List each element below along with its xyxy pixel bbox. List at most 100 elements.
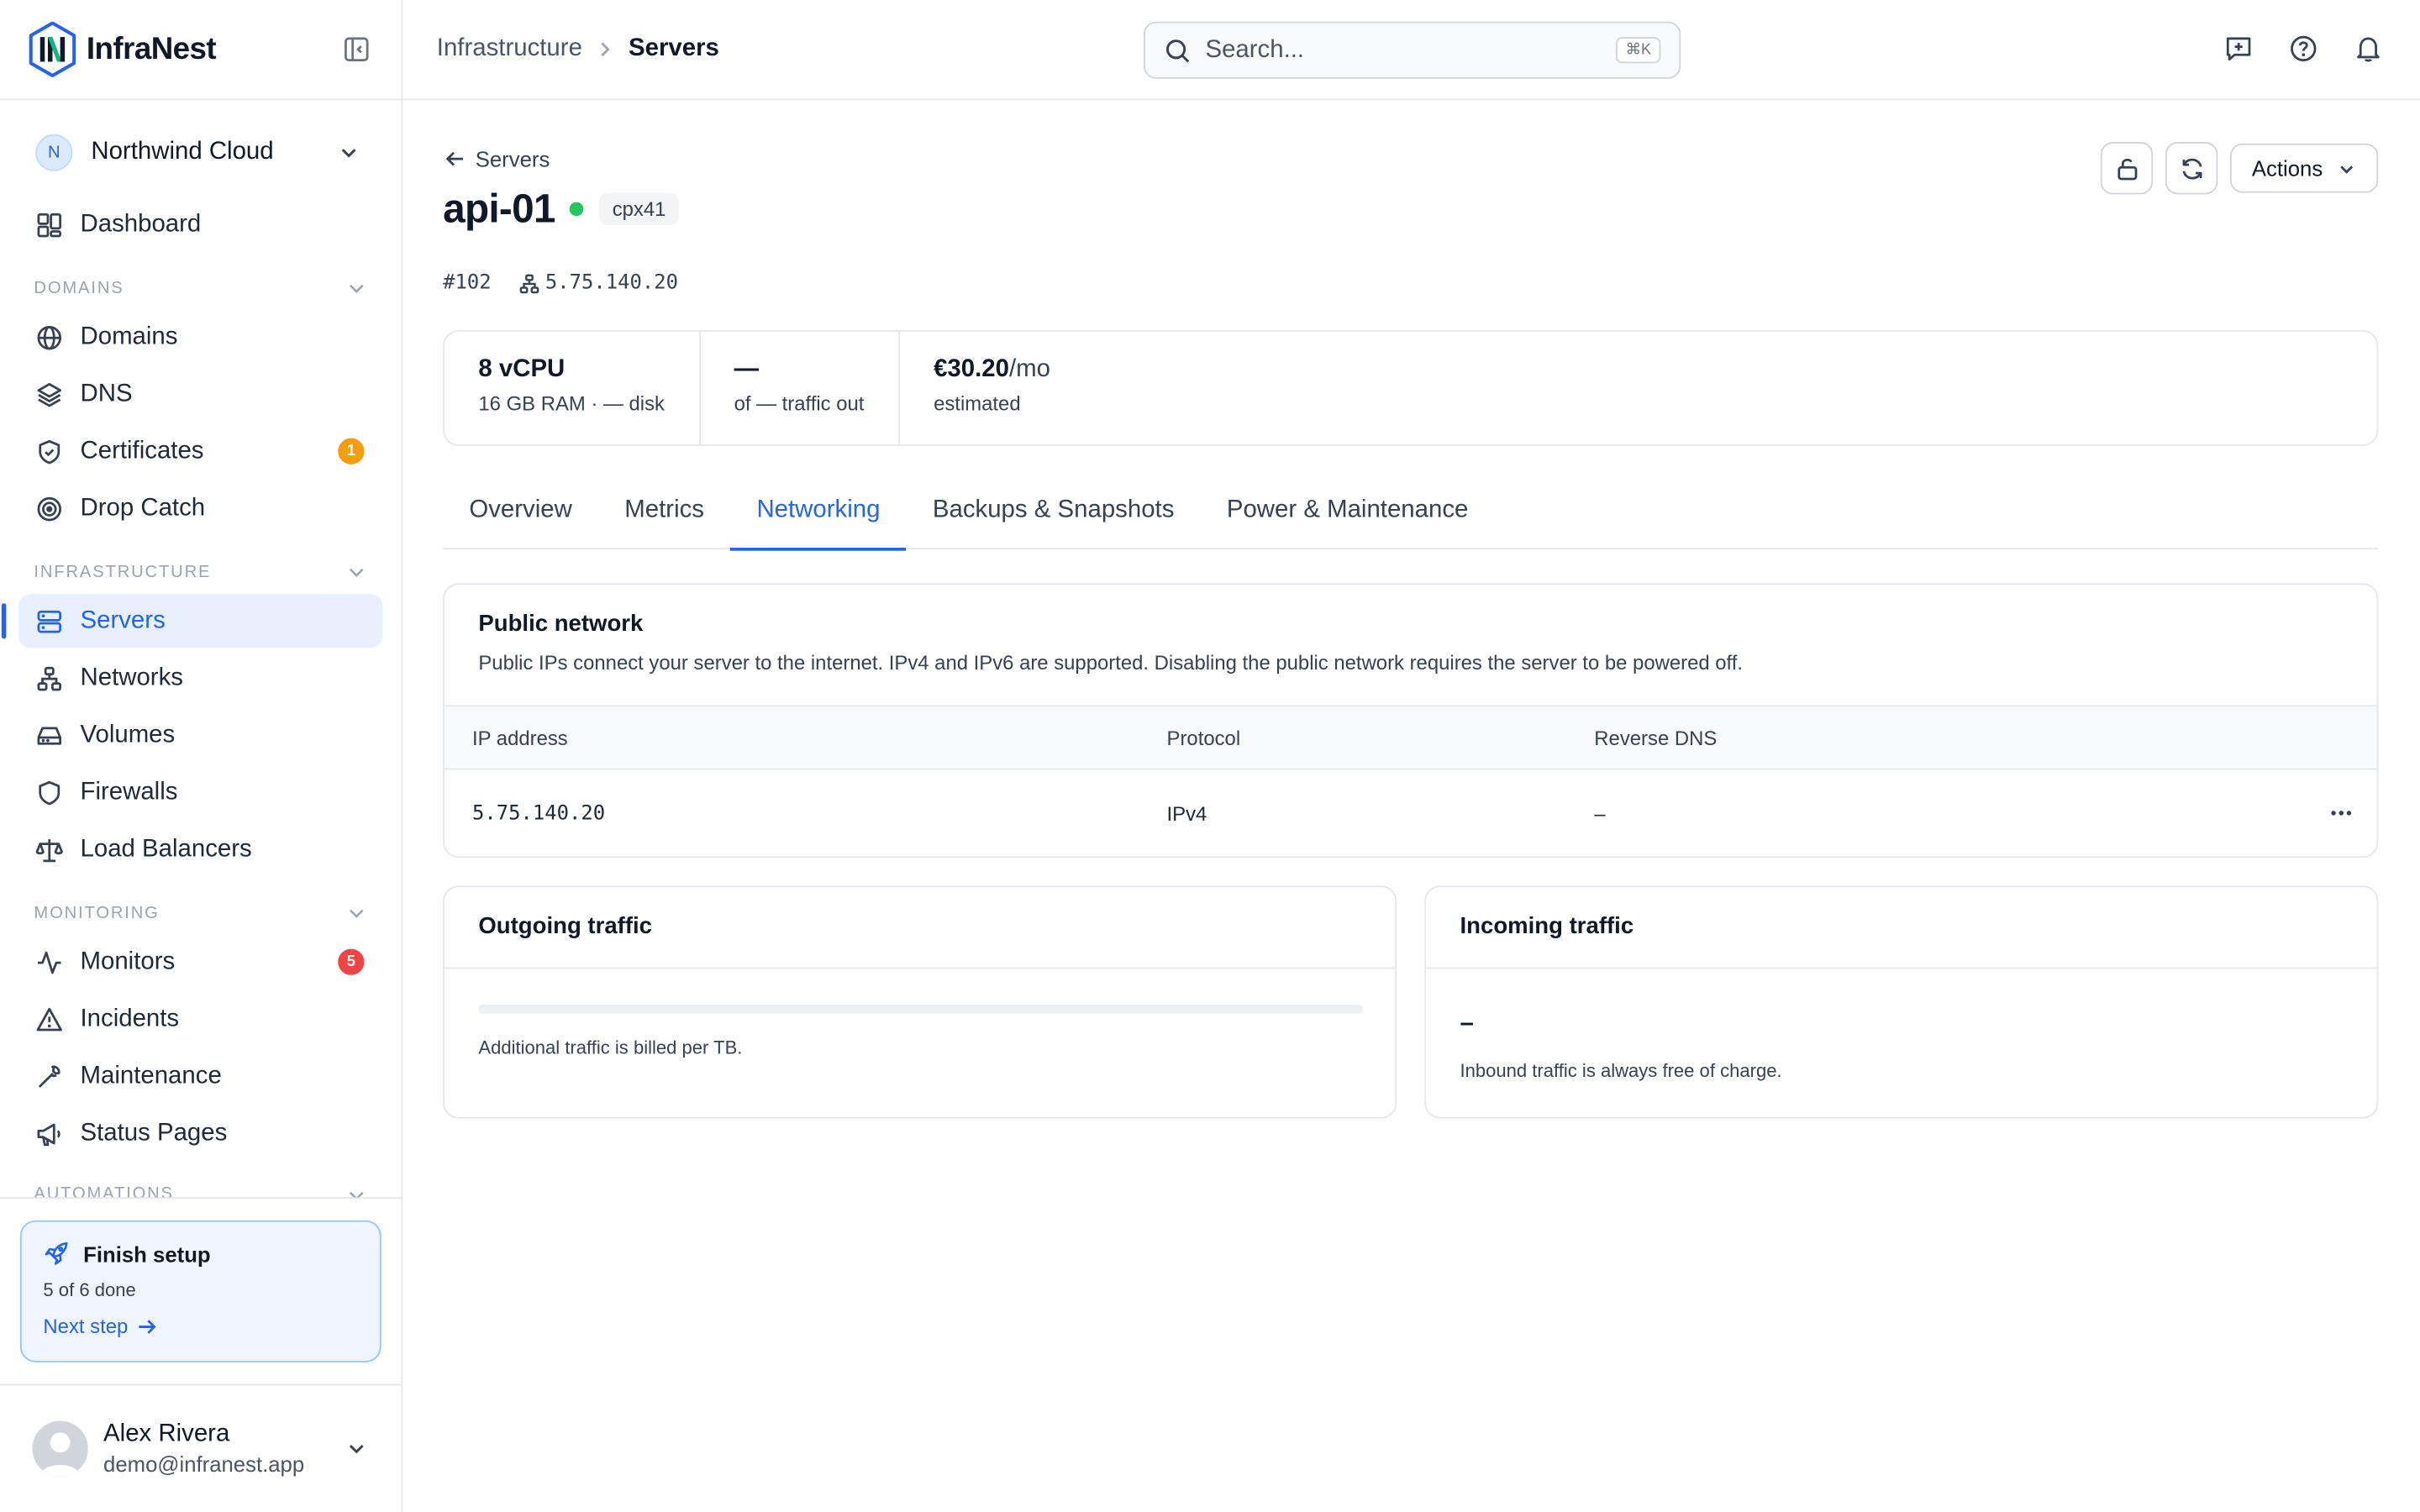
sidebar-item-label: Volumes — [80, 721, 176, 748]
alert-triangle-icon — [36, 1006, 62, 1031]
stat-sub: estimated — [934, 391, 1021, 416]
section-label: INFRASTRUCTURE — [34, 563, 212, 582]
refresh-button[interactable] — [2165, 141, 2218, 195]
target-icon — [37, 496, 62, 521]
back-to-servers-link[interactable]: Servers — [445, 146, 550, 171]
arrow-left-icon — [445, 151, 464, 166]
globe-icon — [37, 325, 62, 349]
org-name: Northwind Cloud — [91, 139, 274, 165]
sidebar-item-firewalls[interactable]: Firewalls — [18, 765, 382, 819]
feedback-icon[interactable] — [2224, 34, 2254, 63]
sidebar-item-drop-catch[interactable]: Drop Catch — [18, 481, 382, 535]
user-menu[interactable]: Alex Rivera demo@infranest.app — [0, 1383, 402, 1512]
search-box[interactable]: ⌘K — [1143, 21, 1681, 79]
tab-power-maintenance[interactable]: Power & Maintenance — [1201, 481, 1495, 549]
sidebar-item-load-balancers[interactable]: Load Balancers — [18, 822, 382, 876]
sidebar-item-label: Networks — [80, 664, 183, 690]
sidebar-item-monitors[interactable]: Monitors 5 — [18, 935, 382, 989]
server-ip[interactable]: 5.75.140.20 — [545, 271, 678, 295]
server-stats: 8 vCPU 16 GB RAM · — disk — of — traffic… — [443, 330, 2379, 446]
shield-icon — [39, 780, 60, 805]
stat-value: 8 vCPU — [478, 356, 566, 383]
help-icon[interactable] — [2289, 34, 2318, 63]
bell-icon[interactable] — [2354, 34, 2383, 63]
sidebar-item-domains[interactable]: Domains — [18, 310, 382, 364]
divider — [0, 1197, 402, 1200]
section-domains[interactable]: DOMAINS — [34, 278, 367, 300]
sidebar-item-maintenance[interactable]: Maintenance — [18, 1049, 382, 1103]
tab-overview[interactable]: Overview — [443, 481, 598, 549]
chevron-down-icon — [341, 149, 356, 158]
network-icon — [37, 665, 62, 690]
layers-icon — [37, 382, 62, 407]
avatar — [32, 1420, 88, 1477]
sidebar-item-certificates[interactable]: Certificates 1 — [18, 424, 382, 478]
search-icon — [1165, 39, 1190, 62]
sidebar-item-label: Drop Catch — [80, 494, 206, 521]
tab-backups-snapshots[interactable]: Backups & Snapshots — [907, 481, 1201, 549]
shield-check-icon — [39, 439, 60, 464]
sidebar: InfraNest N Northwind Cloud Dashboard DO… — [0, 0, 403, 1512]
tab-networking[interactable]: Networking — [730, 481, 907, 551]
activity-icon — [37, 950, 61, 974]
user-email: demo@infranest.app — [103, 1452, 305, 1477]
incoming-traffic-value: – — [1460, 1011, 1474, 1037]
column-header-rdns: Reverse DNS — [1594, 726, 1718, 749]
user-name: Alex Rivera — [103, 1420, 230, 1447]
stat-unit: /mo — [1008, 356, 1050, 383]
unlock-button[interactable] — [2100, 141, 2154, 195]
arrow-right-icon — [139, 1319, 156, 1333]
sidebar-collapse-icon[interactable] — [343, 35, 371, 63]
stat-traffic: — of — traffic out — [700, 331, 900, 444]
breadcrumb-infrastructure[interactable]: Infrastructure — [437, 35, 582, 63]
chevron-down-icon — [350, 284, 364, 293]
section-infrastructure[interactable]: INFRASTRUCTURE — [34, 562, 367, 584]
org-avatar: N — [35, 134, 73, 171]
server-type-badge: cpx41 — [598, 192, 680, 226]
infranest-logo — [29, 21, 76, 77]
public-network-card: Public network Public IPs connect your s… — [443, 583, 2379, 858]
scale-icon — [35, 838, 63, 862]
stat-cost: €30.20/mo estimated — [900, 332, 1085, 444]
chevron-down-icon — [2340, 165, 2354, 173]
network-icon — [520, 273, 539, 293]
next-step-label: Next step — [43, 1314, 129, 1338]
stat-value: €30.20 — [934, 356, 1009, 383]
tab-metrics[interactable]: Metrics — [598, 481, 730, 549]
table-row: 5.75.140.20 IPv4 – — [445, 770, 2377, 857]
sidebar-item-label: Monitors — [80, 948, 176, 974]
sidebar-item-dashboard[interactable]: Dashboard — [18, 197, 382, 251]
server-meta: #102 5.75.140.20 — [443, 271, 678, 295]
sidebar-item-label: Certificates — [80, 437, 204, 464]
next-step-link[interactable]: Next step — [43, 1314, 358, 1338]
sidebar-item-dns[interactable]: DNS — [18, 367, 382, 421]
actions-dropdown[interactable]: Actions — [2230, 143, 2379, 193]
sidebar-item-status-pages[interactable]: Status Pages — [18, 1106, 382, 1160]
breadcrumb-servers: Servers — [629, 35, 719, 62]
column-header-ip: IP address — [472, 726, 568, 749]
more-horizontal-icon[interactable] — [2328, 799, 2355, 827]
sidebar-item-label: Dashboard — [80, 210, 202, 237]
nav-top: Dashboard — [18, 197, 382, 251]
sidebar-item-networks[interactable]: Networks — [18, 651, 382, 705]
stat-compute: 8 vCPU 16 GB RAM · — disk — [445, 331, 701, 444]
card-title: Public network — [478, 611, 644, 638]
search-input[interactable] — [1205, 36, 1617, 65]
top-icons — [2224, 34, 2383, 63]
sidebar-item-servers[interactable]: Servers — [1, 594, 383, 648]
outgoing-traffic-card: Outgoing traffic Additional traffic is b… — [443, 885, 1397, 1119]
sidebar-item-volumes[interactable]: Volumes — [18, 708, 382, 762]
chevron-down-icon — [350, 909, 364, 918]
org-switcher[interactable]: N Northwind Cloud — [18, 123, 382, 182]
unlock-icon — [2117, 158, 2137, 180]
table-header: IP address Protocol Reverse DNS — [444, 706, 2377, 770]
rocket-icon — [45, 1242, 68, 1265]
chevron-down-icon — [350, 568, 364, 577]
card-title: Outgoing traffic — [444, 887, 1396, 969]
sidebar-item-incidents[interactable]: Incidents — [18, 992, 382, 1046]
megaphone-icon — [37, 1122, 60, 1146]
card-title: Incoming traffic — [1426, 887, 2377, 969]
section-monitoring[interactable]: MONITORING — [34, 902, 367, 924]
hard-drive-icon — [37, 726, 62, 744]
billing-note: Additional traffic is billed per TB. — [478, 1037, 743, 1058]
